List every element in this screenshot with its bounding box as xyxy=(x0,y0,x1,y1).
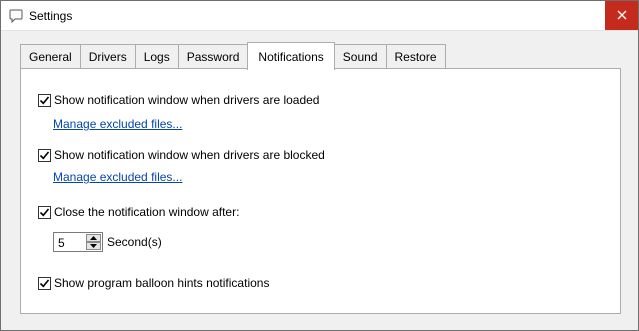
arrow-up-icon xyxy=(90,236,97,240)
tab-label: Logs xyxy=(143,50,170,64)
checkbox-box[interactable] xyxy=(38,93,51,107)
checkmark-icon xyxy=(39,150,50,159)
seconds-value[interactable]: 5 xyxy=(58,236,65,250)
tab-label: Drivers xyxy=(88,50,127,64)
blocked-notification-checkbox[interactable]: Show notification window when drivers ar… xyxy=(38,148,325,162)
close-button[interactable] xyxy=(605,1,638,30)
manage-excluded-files-link-blocked[interactable]: Manage excluded files... xyxy=(53,170,182,184)
chat-bubble-icon xyxy=(9,9,23,24)
checkbox-label: Close the notification window after: xyxy=(54,205,240,219)
tab-strip: General Drivers Logs Password Notificati… xyxy=(20,42,446,70)
checkbox-label: Show program balloon hints notifications xyxy=(54,276,270,290)
close-after-checkbox[interactable]: Close the notification window after: xyxy=(38,205,239,219)
checkbox-box[interactable] xyxy=(38,276,51,290)
tab-label: Password xyxy=(186,50,240,64)
seconds-unit-label: Second(s) xyxy=(107,235,162,249)
spinner-buttons xyxy=(86,234,101,250)
tab-notifications[interactable]: Notifications xyxy=(247,42,335,70)
seconds-spinner[interactable]: 5 xyxy=(53,232,103,252)
tab-password[interactable]: Password xyxy=(177,44,249,69)
manage-excluded-files-link-loaded[interactable]: Manage excluded files... xyxy=(53,117,182,131)
tab-label: Notifications xyxy=(258,49,324,64)
tab-label: Sound xyxy=(342,50,378,64)
checkbox-box[interactable] xyxy=(38,148,51,162)
checkbox-label: Show notification window when drivers ar… xyxy=(54,93,320,107)
tab-drivers[interactable]: Drivers xyxy=(79,44,136,69)
tab-sound[interactable]: Sound xyxy=(333,44,387,69)
loaded-notification-checkbox[interactable]: Show notification window when drivers ar… xyxy=(38,93,319,107)
spin-down-button[interactable] xyxy=(86,242,101,250)
checkbox-label: Show notification window when drivers ar… xyxy=(54,148,325,162)
tab-restore[interactable]: Restore xyxy=(385,44,446,69)
checkbox-box[interactable] xyxy=(38,205,51,219)
settings-window: Settings General Drivers Logs Password N… xyxy=(0,0,639,331)
arrow-down-icon xyxy=(90,244,97,248)
checkmark-icon xyxy=(39,278,50,287)
window-title: Settings xyxy=(29,9,73,23)
notifications-panel: Show notification window when drivers ar… xyxy=(20,68,621,314)
balloon-hints-checkbox[interactable]: Show program balloon hints notifications xyxy=(38,276,269,290)
tab-label: General xyxy=(29,50,72,64)
close-icon xyxy=(617,9,627,23)
checkmark-icon xyxy=(39,95,50,104)
title-bar: Settings xyxy=(1,1,638,31)
spin-up-button[interactable] xyxy=(86,234,101,242)
checkmark-icon xyxy=(39,207,50,216)
tab-general[interactable]: General xyxy=(20,44,81,69)
tab-logs[interactable]: Logs xyxy=(134,44,179,69)
tab-label: Restore xyxy=(394,50,437,64)
